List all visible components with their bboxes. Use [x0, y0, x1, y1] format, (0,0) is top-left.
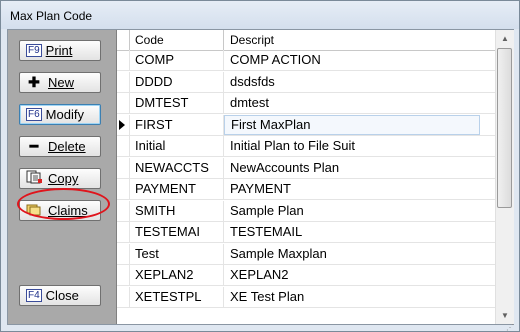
table-row[interactable]: PAYMENT PAYMENT: [117, 179, 495, 200]
copy-button-label: Copy: [48, 171, 79, 186]
table-row[interactable]: SMITH Sample Plan: [117, 200, 495, 222]
cell-code[interactable]: XETESTPL: [129, 286, 224, 307]
max-plan-code-window: Max Plan Code F9 Print ✚ New F6 Modify ━…: [0, 0, 520, 332]
cell-descript[interactable]: XEPLAN2: [224, 265, 495, 285]
column-header-descript[interactable]: Descript: [224, 30, 495, 50]
table-row[interactable]: COMP COMP ACTION: [117, 50, 495, 71]
table-row[interactable]: Test Sample Maxplan: [117, 243, 495, 265]
table-row[interactable]: XETESTPL XE Test Plan: [117, 286, 495, 308]
column-header-code[interactable]: Code: [129, 30, 224, 50]
delete-button[interactable]: ━ Delete: [19, 136, 101, 157]
cell-code[interactable]: SMITH: [129, 200, 224, 221]
cell-code[interactable]: COMP: [129, 50, 224, 70]
cell-code[interactable]: NEWACCTS: [129, 157, 224, 178]
plan-code-grid[interactable]: Code Descript COMP COMP ACTION DDDD dsdsfds…: [117, 30, 495, 324]
f9-key-icon: F9: [26, 44, 42, 57]
modify-button-label: Modify: [45, 107, 84, 122]
print-button[interactable]: F9 Print: [19, 40, 101, 61]
title-bar[interactable]: Max Plan Code: [1, 1, 519, 29]
cell-descript[interactable]: PAYMENT: [224, 179, 495, 199]
table-row[interactable]: NEWACCTS NewAccounts Plan: [117, 157, 495, 179]
cell-code[interactable]: TESTEMAI: [129, 222, 224, 242]
table-row[interactable]: XEPLAN2 XEPLAN2: [117, 265, 495, 286]
vertical-scrollbar[interactable]: ▲ ▼: [495, 30, 514, 324]
cell-descript[interactable]: Sample Maxplan: [224, 244, 495, 264]
cell-code[interactable]: FIRST: [129, 114, 224, 135]
current-row-arrow-icon: [119, 119, 125, 130]
grid-header: Code Descript: [117, 30, 495, 51]
plus-icon: ✚: [28, 74, 40, 90]
cell-descript[interactable]: First MaxPlan: [224, 114, 480, 135]
cell-code[interactable]: DDDD: [129, 71, 224, 92]
scroll-thumb[interactable]: [497, 48, 512, 208]
table-row[interactable]: FIRST First MaxPlan: [117, 114, 495, 136]
cell-descript[interactable]: Initial Plan to File Suit: [224, 136, 495, 156]
scroll-up-icon[interactable]: ▲: [496, 30, 514, 47]
folders-icon: [26, 202, 42, 219]
close-button[interactable]: F4 Close: [19, 285, 101, 306]
cell-descript[interactable]: NewAccounts Plan: [224, 158, 495, 178]
scroll-down-icon[interactable]: ▼: [496, 307, 514, 324]
cell-descript[interactable]: dsdsfds: [224, 72, 495, 92]
new-button[interactable]: ✚ New: [19, 72, 101, 93]
cell-code[interactable]: DMTEST: [129, 93, 224, 113]
print-button-label: Print: [45, 43, 73, 58]
window-title: Max Plan Code: [10, 9, 93, 23]
cell-code[interactable]: XEPLAN2: [129, 265, 224, 285]
delete-button-label: Delete: [48, 139, 86, 154]
cell-descript[interactable]: COMP ACTION: [224, 50, 495, 70]
cell-descript[interactable]: dmtest: [224, 93, 495, 113]
f4-key-icon: F4: [26, 289, 42, 302]
cell-code[interactable]: Initial: [129, 136, 224, 156]
cell-descript[interactable]: TESTEMAIL: [224, 222, 495, 242]
table-row[interactable]: DMTEST dmtest: [117, 93, 495, 114]
table-row[interactable]: TESTEMAI TESTEMAIL: [117, 222, 495, 243]
minus-icon: ━: [29, 138, 39, 154]
cell-descript[interactable]: XE Test Plan: [224, 287, 495, 307]
cell-descript[interactable]: Sample Plan: [224, 201, 495, 221]
copy-button[interactable]: Copy: [19, 168, 101, 189]
claims-button[interactable]: Claims: [19, 200, 101, 221]
claims-button-label: Claims: [48, 203, 88, 218]
cell-code[interactable]: Test: [129, 243, 224, 264]
modify-button[interactable]: F6 Modify: [19, 104, 101, 125]
table-row[interactable]: Initial Initial Plan to File Suit: [117, 136, 495, 157]
client-area: F9 Print ✚ New F6 Modify ━ Delete Copy C…: [7, 29, 514, 325]
close-button-label: Close: [45, 288, 79, 303]
cell-code[interactable]: PAYMENT: [129, 179, 224, 199]
new-button-label: New: [48, 75, 75, 90]
table-row[interactable]: DDDD dsdsfds: [117, 71, 495, 93]
copy-icon: [26, 170, 42, 187]
f6-key-icon: F6: [26, 108, 42, 121]
resize-grip-icon[interactable]: ⋰: [506, 323, 518, 332]
button-sidebar: F9 Print ✚ New F6 Modify ━ Delete Copy C…: [8, 30, 117, 324]
